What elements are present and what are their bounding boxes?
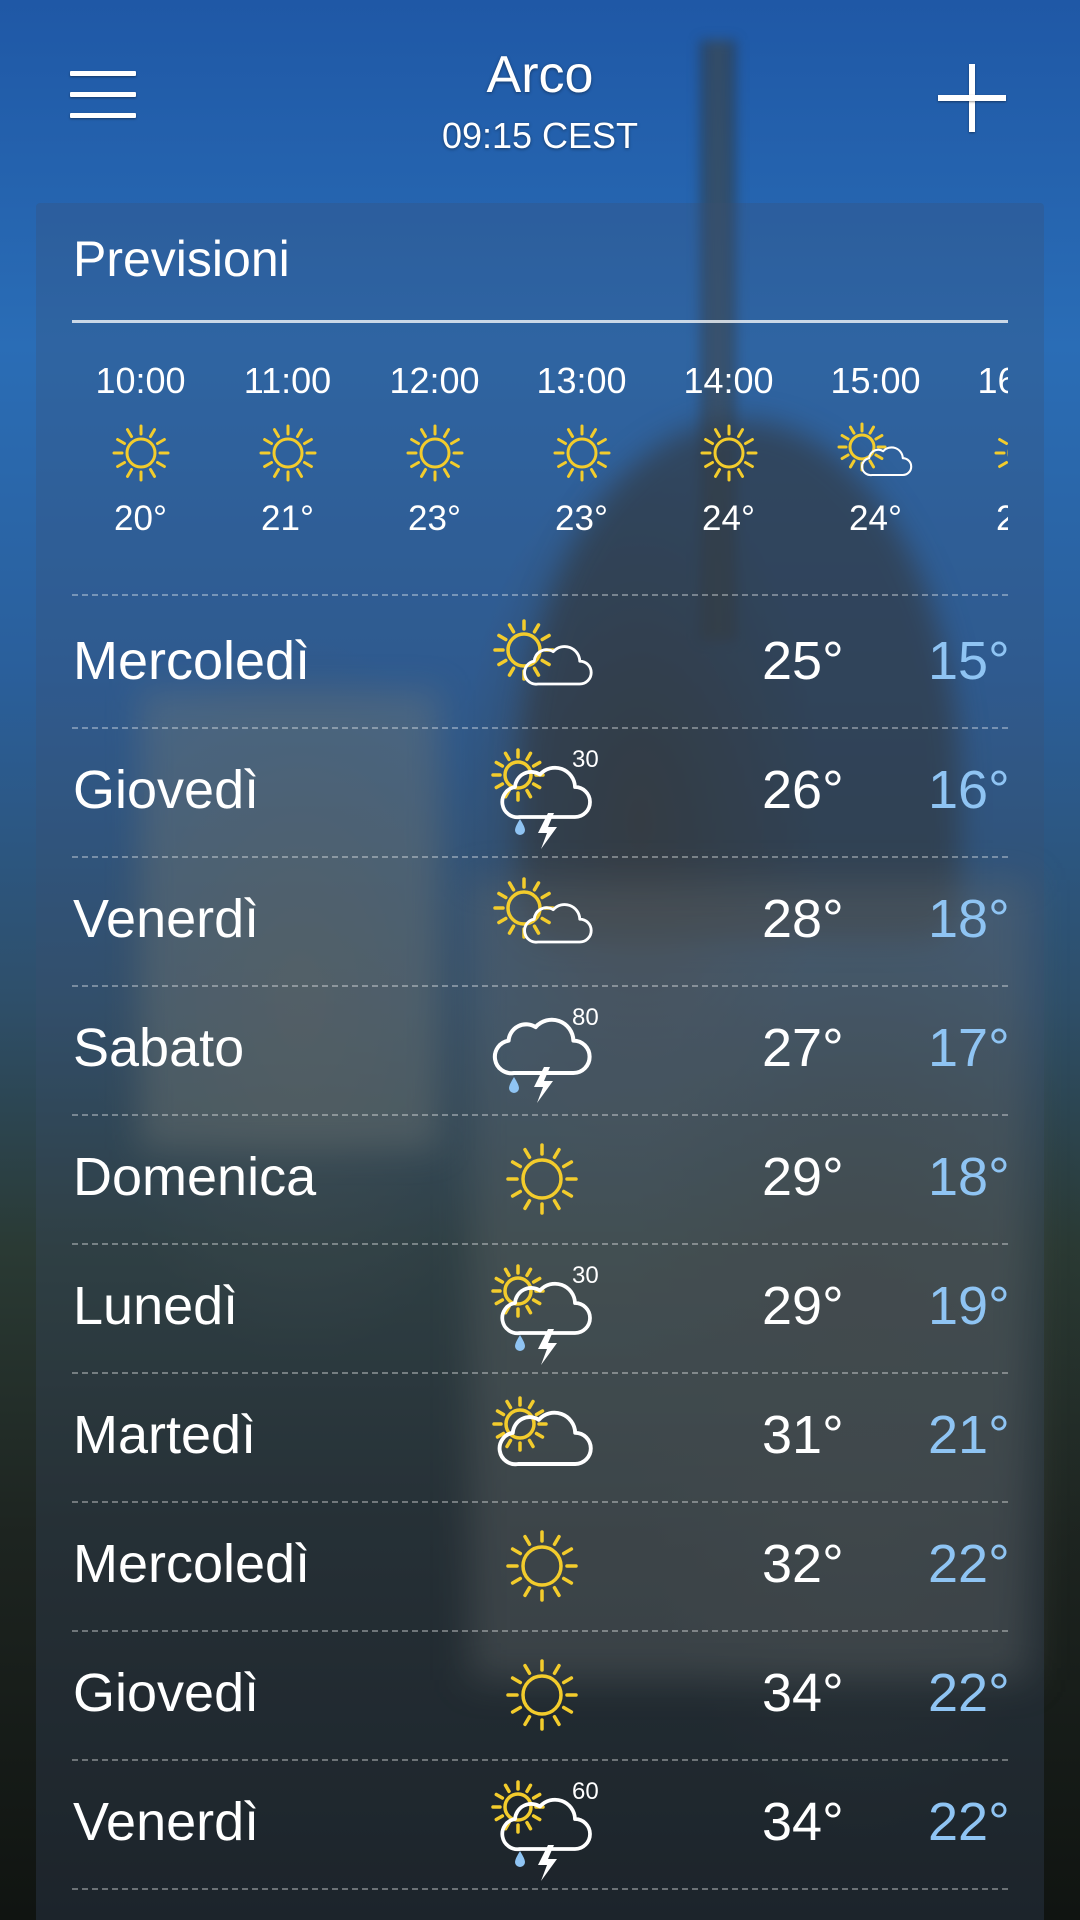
high-temperature: 32° bbox=[762, 1534, 844, 1594]
hourly-item: 14:00 24° bbox=[655, 350, 802, 539]
low-temperature: 21° bbox=[928, 1405, 1010, 1465]
precipitation-chance: 80 bbox=[572, 1004, 599, 1031]
daily-row[interactable]: Domenica 29° 18° bbox=[72, 1116, 1010, 1245]
hourly-temperature: 24° bbox=[849, 499, 902, 538]
high-temperature: 27° bbox=[762, 1018, 844, 1078]
day-name: Mercoledì bbox=[73, 1534, 311, 1594]
city-name: Arco bbox=[486, 46, 594, 104]
local-time: 09:15 CEST bbox=[441, 115, 639, 156]
low-temperature: 17° bbox=[928, 1018, 1010, 1078]
daily-row[interactable]: Martedì 31° 21° bbox=[72, 1374, 1010, 1503]
hourly-time: 15:00 bbox=[830, 360, 921, 401]
sun-cloud-icon bbox=[492, 876, 593, 966]
day-name: Mercoledì bbox=[73, 631, 311, 691]
daily-row[interactable]: Sabato 80 27° 17° bbox=[72, 987, 1010, 1116]
high-temperature: 34° bbox=[762, 1792, 844, 1852]
day-name: Giovedì bbox=[73, 760, 260, 820]
day-name: Martedì bbox=[73, 1405, 257, 1465]
hourly-item: 13:00 23° bbox=[508, 350, 655, 539]
forecast-title: Previsioni bbox=[73, 231, 290, 287]
hourly-time: 16:00 bbox=[977, 360, 1008, 401]
sun-icon bbox=[72, 405, 214, 501]
high-temperature: 29° bbox=[762, 1147, 844, 1207]
day-name: Giovedì bbox=[73, 1663, 260, 1723]
day-name: Venerdì bbox=[73, 1792, 260, 1852]
precipitation-chance: 60 bbox=[572, 1778, 599, 1805]
high-temperature: 31° bbox=[762, 1405, 844, 1465]
sun-cloud-icon bbox=[492, 618, 593, 708]
day-name: Lunedì bbox=[73, 1276, 239, 1336]
high-temperature: 28° bbox=[762, 889, 844, 949]
hourly-time: 10:00 bbox=[95, 360, 186, 401]
hourly-temperature: 20° bbox=[114, 499, 167, 538]
day-name: Venerdì bbox=[73, 889, 260, 949]
hourly-item: 10:00 20° bbox=[72, 350, 214, 539]
hourly-time: 12:00 bbox=[389, 360, 480, 401]
low-temperature: 22° bbox=[928, 1792, 1010, 1852]
daily-row[interactable]: Mercoledì 32° 22° bbox=[72, 1503, 1010, 1632]
high-temperature: 26° bbox=[762, 760, 844, 820]
hourly-temperature: 23° bbox=[408, 499, 461, 538]
hourly-divider bbox=[72, 594, 1008, 596]
sun-icon bbox=[508, 405, 655, 501]
hourly-time: 11:00 bbox=[243, 360, 332, 401]
precipitation-chance: 30 bbox=[572, 1262, 599, 1289]
low-temperature: 16° bbox=[928, 760, 1010, 820]
daily-row[interactable]: Lunedì 30 29° 19° bbox=[72, 1245, 1010, 1374]
day-name: Sabato bbox=[73, 1018, 245, 1078]
low-temperature: 18° bbox=[928, 889, 1010, 949]
hourly-forecast[interactable]: 10:00 20° 11:00 21° 12:00 23° 13:00 23° 14:00 24°… bbox=[72, 350, 1008, 590]
low-temperature: 19° bbox=[928, 1276, 1010, 1336]
daily-row[interactable]: Venerdì 28° 18° bbox=[72, 858, 1010, 987]
high-temperature: 25° bbox=[762, 631, 844, 691]
sun-icon bbox=[492, 1521, 592, 1611]
day-name: Domenica bbox=[73, 1147, 317, 1207]
sun-icon bbox=[492, 1650, 592, 1740]
low-temperature: 22° bbox=[928, 1534, 1010, 1594]
hourly-item: 16:00 24° bbox=[949, 350, 1008, 539]
low-temperature: 22° bbox=[928, 1663, 1010, 1723]
app-header: Arco 09:15 CEST bbox=[0, 0, 1080, 170]
hourly-item: 11:00 21° bbox=[214, 350, 361, 539]
sun-icon bbox=[949, 405, 1008, 501]
precipitation-chance: 30 bbox=[572, 746, 599, 773]
sun-icon bbox=[655, 405, 802, 501]
high-temperature: 29° bbox=[762, 1276, 844, 1336]
daily-row[interactable]: Giovedì 30 26° 16° bbox=[72, 729, 1010, 858]
hourly-temperature: 21° bbox=[261, 499, 314, 538]
hourly-item: 15:00 24° bbox=[802, 350, 949, 539]
row-divider bbox=[72, 1888, 1008, 1890]
hourly-temperature: 24° bbox=[996, 499, 1008, 538]
add-location-button[interactable] bbox=[938, 64, 1006, 132]
hourly-time: 14:00 bbox=[683, 360, 774, 401]
hourly-item: 12:00 23° bbox=[361, 350, 508, 539]
hourly-temperature: 23° bbox=[555, 499, 608, 538]
daily-row[interactable]: Mercoledì 25° 15° bbox=[72, 600, 1010, 729]
hourly-temperature: 24° bbox=[702, 499, 755, 538]
sun-icon bbox=[492, 1134, 592, 1224]
title-divider bbox=[72, 320, 1008, 323]
sun-icon bbox=[361, 405, 508, 501]
hourly-time: 13:00 bbox=[536, 360, 627, 401]
low-temperature: 18° bbox=[928, 1147, 1010, 1207]
daily-row[interactable]: Venerdì 60 34° 22° bbox=[72, 1761, 1010, 1890]
sun-cloud-icon bbox=[802, 405, 949, 501]
daily-row[interactable]: Giovedì 34° 22° bbox=[72, 1632, 1010, 1761]
high-temperature: 34° bbox=[762, 1663, 844, 1723]
sun-icon bbox=[214, 405, 361, 501]
partly-cloudy-icon bbox=[492, 1392, 593, 1482]
low-temperature: 15° bbox=[928, 631, 1010, 691]
